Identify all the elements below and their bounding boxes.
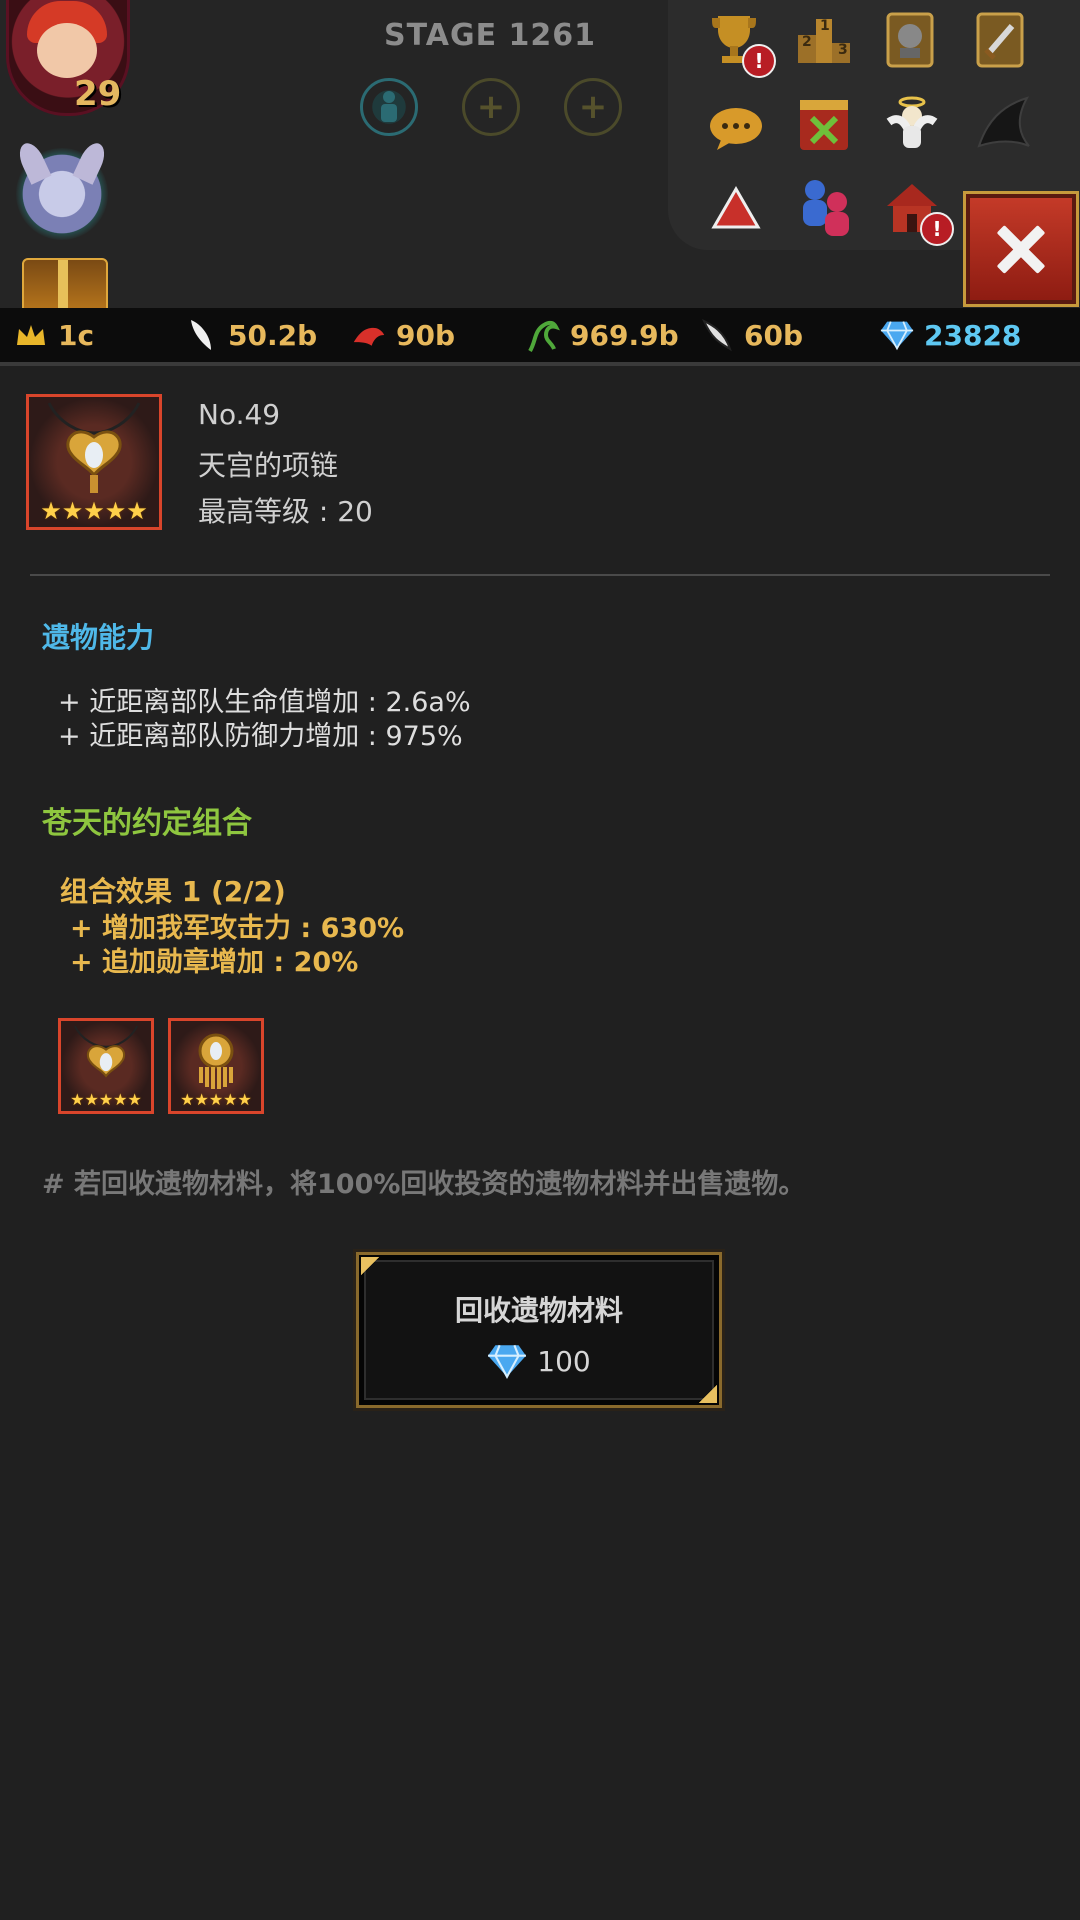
diamond-icon xyxy=(488,1344,527,1379)
pendant-icon xyxy=(198,1033,234,1089)
trophy-icon[interactable]: ! xyxy=(702,8,776,78)
hero-level: 29 xyxy=(74,74,122,114)
relic-max-level: 最高等级 : 20 xyxy=(198,495,373,528)
resource-feather-value: 50.2b xyxy=(228,318,318,352)
set-item-pendant[interactable]: ★★★★★ xyxy=(168,1018,264,1114)
resource-bone-wing-value: 60b xyxy=(744,318,804,352)
combo-effect-line-2: + 追加勋章增加 : 20% xyxy=(70,947,359,978)
relic-name: 天宫的项链 xyxy=(198,449,339,482)
resource-diamond: 23828 xyxy=(880,308,1021,362)
podium-first: 1 xyxy=(820,18,830,34)
close-button[interactable] xyxy=(963,191,1079,307)
recycle-cost: 100 xyxy=(537,1344,591,1378)
recycle-cost-row: 100 xyxy=(359,1343,719,1379)
game-hud: 29 STAGE 1261 + + ! 1 2 3 ! xyxy=(0,0,1080,310)
trophy-alert-badge: ! xyxy=(742,44,776,78)
necklace-icon xyxy=(47,402,141,493)
recycle-materials-button[interactable]: 回收遗物材料 100 xyxy=(353,1249,725,1411)
equip-slot-2[interactable]: + xyxy=(462,78,520,136)
plus-icon: + xyxy=(578,87,608,127)
resource-bone-wing: 60b xyxy=(700,308,803,362)
knight-card-icon[interactable] xyxy=(878,8,942,72)
weapon-card-icon[interactable] xyxy=(968,8,1032,72)
resource-green-vine-value: 969.9b xyxy=(570,318,679,352)
combo-title: 苍天的约定组合 xyxy=(42,806,252,841)
recycle-note: # 若回收遗物材料，将100%回收投资的遗物材料并出售遗物。 xyxy=(42,1169,806,1200)
gift-box-icon[interactable] xyxy=(22,258,108,310)
relic-stars: ★★★★★ xyxy=(40,497,148,525)
corner-ornament xyxy=(361,1257,379,1275)
abilities-title: 遗物能力 xyxy=(42,621,155,654)
set-item-necklace[interactable]: ★★★★★ xyxy=(58,1018,154,1114)
plus-icon: + xyxy=(476,87,506,127)
equip-slot-1[interactable] xyxy=(360,78,418,136)
combo-effect-title: 组合效果 1 (2/2) xyxy=(60,875,286,908)
set-item-stars: ★★★★★ xyxy=(70,1090,142,1109)
stage-label: STAGE 1261 xyxy=(383,18,597,53)
warning-triangle-icon[interactable] xyxy=(704,176,768,240)
recycle-button-label: 回收遗物材料 xyxy=(454,1294,623,1327)
resource-feather: 50.2b xyxy=(184,308,317,362)
green-vine-icon xyxy=(526,318,560,353)
chat-bubble-icon[interactable] xyxy=(704,96,768,160)
friends-icon[interactable] xyxy=(794,176,858,240)
resource-crown: 1c xyxy=(14,308,94,362)
resource-green-vine: 969.9b xyxy=(526,308,679,362)
divider xyxy=(30,574,1050,576)
feather-icon xyxy=(184,318,218,352)
equip-slot-3[interactable]: + xyxy=(564,78,622,136)
pet-avatar[interactable] xyxy=(8,138,116,248)
podium-third: 3 xyxy=(838,42,848,58)
ranking-podium-icon[interactable]: 1 2 3 xyxy=(792,8,856,72)
house-alert-badge: ! xyxy=(920,212,954,246)
ability-line-2: + 近距离部队防御力增加 : 975% xyxy=(58,721,463,752)
dark-wing-icon[interactable] xyxy=(972,92,1036,156)
soldier-silhouette-icon xyxy=(381,91,397,122)
resource-red-bird: 90b xyxy=(352,308,455,362)
bone-wing-icon xyxy=(700,318,734,352)
resource-crown-value: 1c xyxy=(58,318,95,352)
podium-second: 2 xyxy=(802,34,812,50)
red-bird-icon xyxy=(352,318,386,352)
resource-bar: 1c 50.2b 90b 969.9b 60b 23828 xyxy=(0,308,1080,366)
resource-diamond-value: 23828 xyxy=(924,318,1022,352)
set-item-stars: ★★★★★ xyxy=(180,1090,252,1109)
house-icon[interactable]: ! xyxy=(880,176,954,246)
diamond-icon xyxy=(880,318,914,352)
relic-icon-frame: ★★★★★ xyxy=(26,394,162,530)
angel-icon[interactable] xyxy=(880,92,944,156)
guild-banner-icon[interactable] xyxy=(792,92,856,156)
corner-ornament xyxy=(699,1385,717,1403)
crown-icon xyxy=(14,318,48,352)
hero-face xyxy=(37,23,97,78)
relic-number: No.49 xyxy=(198,398,281,431)
resource-red-bird-value: 90b xyxy=(396,318,456,352)
necklace-icon xyxy=(73,1025,139,1078)
